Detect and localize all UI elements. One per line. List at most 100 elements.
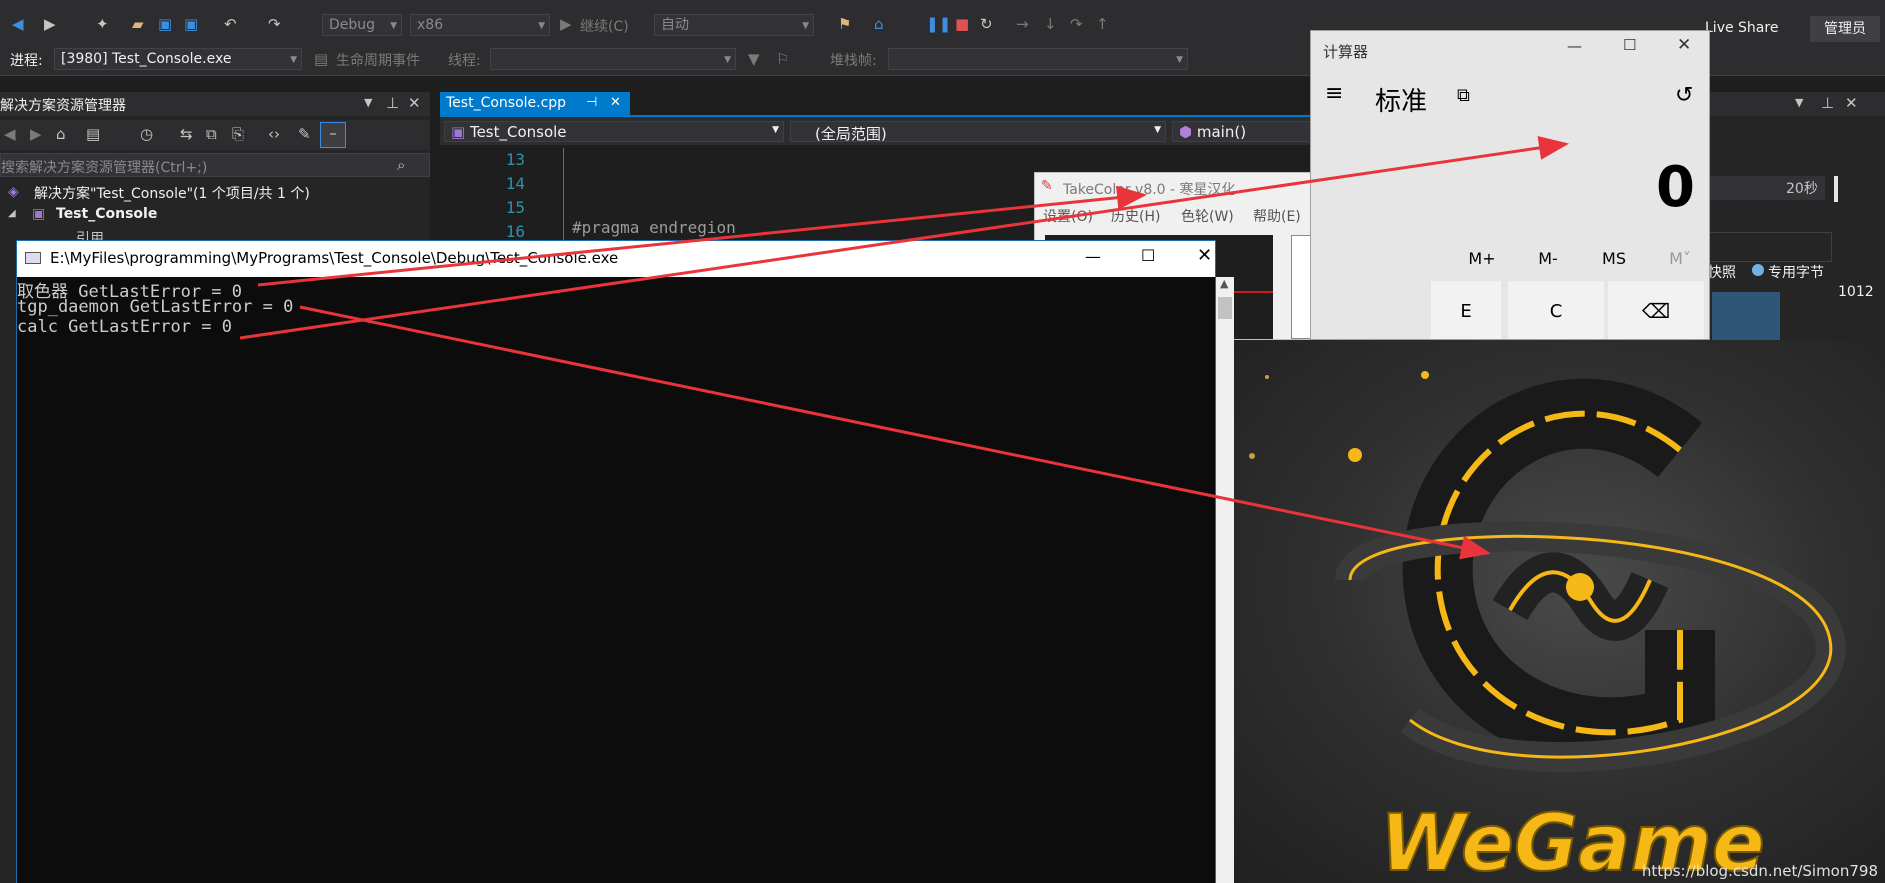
solution-icon: ◈ xyxy=(8,184,19,200)
flag-thread-icon[interactable]: ⚐ xyxy=(776,49,789,69)
keep-on-top-icon[interactable]: ⧉ xyxy=(1457,85,1470,106)
preview-icon[interactable]: – xyxy=(320,122,346,148)
pending-changes-icon[interactable]: ◷ xyxy=(140,124,153,144)
forward-icon[interactable]: ▶ xyxy=(30,124,42,144)
timeline-marker[interactable] xyxy=(1834,176,1838,202)
tab-label: Test_Console.cpp xyxy=(446,95,567,111)
memory-add-button[interactable]: M+ xyxy=(1457,249,1507,268)
new-project-icon[interactable]: ✦ xyxy=(96,14,109,34)
undo-icon[interactable]: ↶ xyxy=(224,14,237,34)
calc-key-clear[interactable]: C xyxy=(1508,281,1604,339)
project-icon: ▣ xyxy=(451,123,470,141)
menu-history[interactable]: 历史(H) xyxy=(1111,206,1160,226)
history-icon[interactable]: ↺ xyxy=(1675,83,1693,108)
maximize-icon[interactable]: ☐ xyxy=(1623,36,1636,54)
memory-store-button[interactable]: MS xyxy=(1589,249,1639,268)
pin-icon[interactable]: ⊣ xyxy=(586,93,597,113)
chevron-down-icon: ▼ xyxy=(802,21,809,31)
continue-label[interactable]: 继续(C) xyxy=(580,16,629,36)
admin-badge: 管理员 xyxy=(1810,16,1880,42)
save-icon[interactable]: ▣ xyxy=(158,14,172,34)
menu-help[interactable]: 帮助(E) xyxy=(1253,206,1301,226)
solution-node[interactable]: 解决方案"Test_Console"(1 个项目/共 1 个) xyxy=(34,183,310,203)
calculator-mode-title: 标准 xyxy=(1375,87,1428,117)
menu-settings[interactable]: 设置(O) xyxy=(1043,206,1093,226)
process-label: 进程: xyxy=(10,53,43,69)
redo-icon[interactable]: ↷ xyxy=(268,14,281,34)
scrollbar-thumb[interactable] xyxy=(1218,297,1232,319)
console-line: tgp_daemon GetLastError = 0 xyxy=(17,297,294,317)
lifecycle-events-label[interactable]: 生命周期事件 xyxy=(336,50,420,70)
sync-icon[interactable]: ⇆ xyxy=(180,124,193,144)
search-icon[interactable]: ⌕ xyxy=(397,155,405,175)
project-node[interactable]: Test_Console xyxy=(56,206,157,222)
thread-dropdown[interactable]: ▼ xyxy=(490,48,736,70)
forward-icon[interactable]: ▶ xyxy=(44,14,56,34)
snapshot-legend: 快照 xyxy=(1708,265,1736,281)
minimize-icon[interactable]: — xyxy=(1567,37,1582,55)
filter-icon[interactable]: ▼ xyxy=(748,49,760,69)
find-icon[interactable]: ⚑ xyxy=(838,14,851,34)
floating-orb xyxy=(1348,448,1362,462)
calc-key-ce[interactable]: E xyxy=(1431,281,1501,339)
show-all-files-icon[interactable]: ⎘ xyxy=(232,124,244,144)
editor-navigation-bar: ▣ Test_Console ▼ (全局范围) ▼ ⬢ main() xyxy=(440,117,1312,145)
close-icon[interactable]: ✕ xyxy=(610,93,621,113)
pin-icon[interactable]: ⊥ xyxy=(386,93,399,113)
backspace-icon: ⌫ xyxy=(1641,299,1671,323)
calc-key-backspace[interactable]: ⌫ xyxy=(1608,281,1704,339)
show-next-statement-icon[interactable]: → xyxy=(1016,14,1029,34)
scroll-up-icon[interactable]: ▲ xyxy=(1220,277,1228,290)
stop-icon[interactable]: ■ xyxy=(955,14,969,34)
step-over-icon[interactable]: ↷ xyxy=(1070,14,1083,34)
configuration-value: Debug xyxy=(329,17,376,33)
close-icon[interactable]: ✕ xyxy=(1197,245,1212,266)
memory-subtract-button[interactable]: M- xyxy=(1523,249,1573,268)
close-icon[interactable]: ✕ xyxy=(1845,93,1858,113)
close-icon[interactable]: ✕ xyxy=(1677,35,1691,55)
scope-nav-dropdown[interactable]: (全局范围) ▼ xyxy=(790,121,1166,143)
maximize-icon[interactable]: ☐ xyxy=(1141,246,1155,265)
function-nav-dropdown[interactable]: ⬢ main() xyxy=(1172,121,1312,142)
continue-icon[interactable]: ▶ xyxy=(560,14,572,34)
chevron-down-icon[interactable]: ▼ xyxy=(1795,93,1803,113)
save-all-icon[interactable]: ▣ xyxy=(184,14,198,34)
chevron-down-icon: ▼ xyxy=(1154,125,1161,135)
back-icon[interactable]: ◀ xyxy=(4,124,16,144)
configuration-dropdown[interactable]: Debug ▼ xyxy=(322,14,402,36)
switch-view-icon[interactable]: ▤ xyxy=(86,124,100,144)
home-icon[interactable]: ⌂ xyxy=(56,124,66,144)
open-folder-icon[interactable]: ▰ xyxy=(132,14,144,34)
close-icon[interactable]: ✕ xyxy=(408,93,421,113)
process-dropdown[interactable]: [3980] Test_Console.exe ▼ xyxy=(54,48,302,70)
console-scrollbar[interactable]: ▲ xyxy=(1216,277,1234,883)
tab-test-console-cpp[interactable]: Test_Console.cpp ⊣ ✕ xyxy=(440,92,630,116)
step-into-icon[interactable]: ↓ xyxy=(1044,14,1057,34)
memory-list-button[interactable]: M˅ xyxy=(1655,249,1705,268)
menu-color-wheel[interactable]: 色轮(W) xyxy=(1181,206,1234,226)
pin-icon[interactable]: ⊥ xyxy=(1821,93,1834,113)
properties-icon[interactable]: ✎ xyxy=(298,124,311,144)
platform-dropdown[interactable]: x86 ▼ xyxy=(410,14,550,36)
hamburger-menu-icon[interactable]: ≡ xyxy=(1325,81,1343,106)
auto-dropdown[interactable]: 自动 ▼ xyxy=(654,14,814,36)
live-share-button[interactable]: Live Share xyxy=(1705,20,1778,36)
collapse-all-icon[interactable]: ⧉ xyxy=(206,124,217,144)
diagnostics-icon[interactable]: ⌂ xyxy=(874,14,884,34)
step-out-icon[interactable]: ↑ xyxy=(1096,14,1109,34)
blog-watermark: https://blog.csdn.net/Simon798 xyxy=(1642,862,1878,880)
memory-bar xyxy=(1712,292,1780,340)
minimize-icon[interactable]: — xyxy=(1085,247,1101,266)
expand-arrow-icon[interactable]: ◢ xyxy=(8,208,16,219)
restart-icon[interactable]: ↻ xyxy=(980,14,993,34)
view-code-icon[interactable]: ‹› xyxy=(268,124,280,144)
solution-search-input[interactable]: 搜索解决方案资源管理器(Ctrl+;) ⌕ xyxy=(0,153,430,177)
pause-icon[interactable]: ❚❚ xyxy=(926,14,951,34)
back-icon[interactable]: ◀ xyxy=(12,14,24,34)
nav-project-value: Test_Console xyxy=(469,123,567,141)
project-nav-dropdown[interactable]: ▣ Test_Console ▼ xyxy=(444,121,784,142)
stack-frame-dropdown[interactable]: ▼ xyxy=(888,48,1188,70)
gutter-divider xyxy=(563,148,564,240)
lifecycle-icon: ▤ xyxy=(314,50,329,68)
chevron-down-icon[interactable]: ▼ xyxy=(364,93,372,113)
